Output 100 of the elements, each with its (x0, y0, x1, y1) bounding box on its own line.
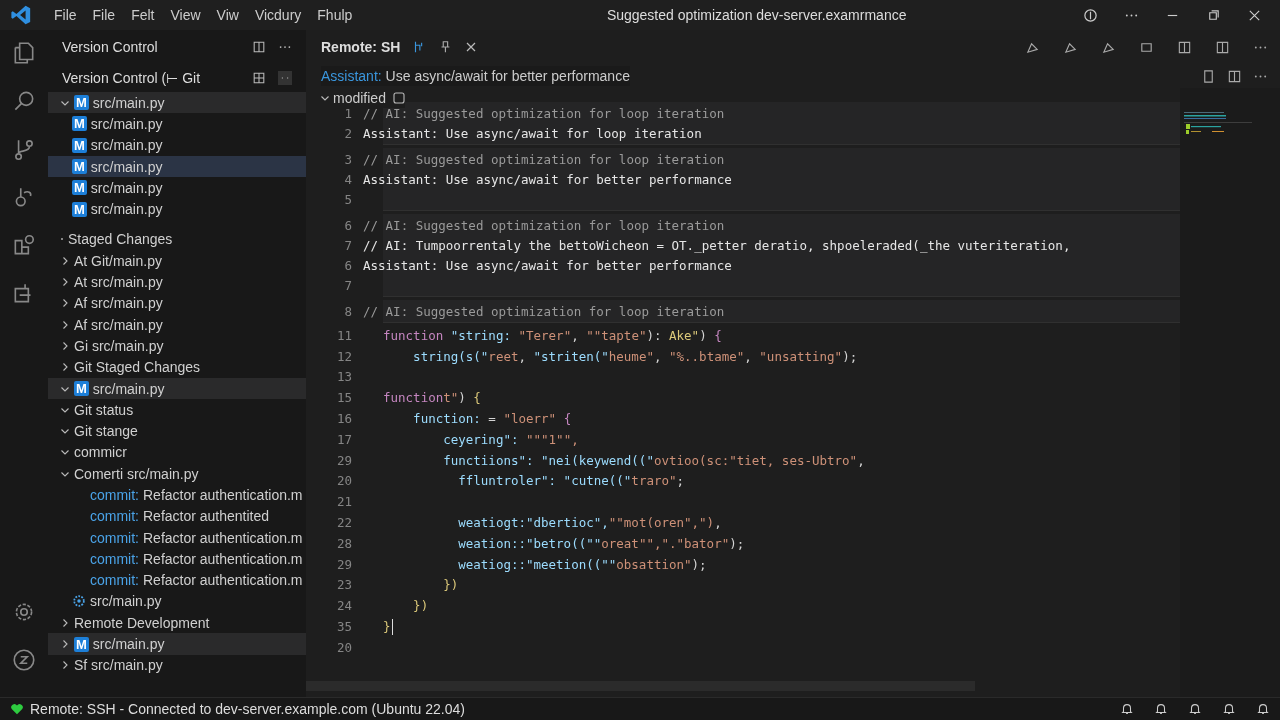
split-icon[interactable] (1215, 39, 1230, 55)
page-icon[interactable] (1201, 68, 1216, 84)
sidebar-item[interactable]: At Git/main.py (48, 250, 306, 272)
sidebar-item[interactable]: Gi src/main.py (48, 335, 306, 357)
code-line: weatiogt:"dbertioc",""mot(oren","), (457, 515, 722, 531)
sidebar-item[interactable]: Comerti src/main.py (48, 463, 306, 485)
section-title: Version Control (⊢ Git (62, 70, 202, 86)
assistant-message: Assistant: Use async/await for better performance (321, 66, 630, 86)
menu-item[interactable]: Viw (208, 7, 247, 23)
menu-item[interactable]: File (46, 7, 85, 23)
code-line: Assistant: Use async/await for better performance (363, 171, 732, 187)
code-line: weation::"betro((""oreat"","."bator"); (457, 535, 745, 551)
app-logo-icon (10, 4, 32, 26)
status-badge: M (74, 95, 89, 111)
line-number: 7 (343, 237, 352, 253)
line-number: 17 (335, 431, 352, 447)
line-number: 6 (343, 217, 352, 233)
line-number: 16 (335, 411, 352, 427)
line-number: 35 (335, 619, 352, 635)
grid-icon[interactable] (252, 71, 266, 85)
menu-item[interactable]: View (162, 7, 209, 23)
line-number: 22 (335, 515, 352, 531)
line-number: 1 (343, 105, 352, 121)
sidebar-item[interactable]: M src/main.py (48, 155, 306, 178)
sidebar-item[interactable]: M src/main.py (48, 134, 306, 156)
line-number: 2 (343, 125, 352, 141)
sidebar-item[interactable]: commit: Refactor authentication.m (48, 548, 306, 570)
sidebar-item[interactable]: Af src/main.py (48, 292, 306, 314)
line-number: 12 (335, 348, 352, 364)
code-line: functiions": "nei(keywend(("ovtioo(sc:"tiet, ses-Ubtro", (442, 452, 865, 468)
line-number: 29 (335, 556, 352, 572)
line-number: 23 (335, 577, 352, 593)
text-cursor (391, 618, 393, 635)
sidebar-item[interactable]: M src/main.py (48, 177, 306, 199)
split-icon[interactable] (1177, 39, 1192, 55)
sidebar-item[interactable]: Staged Changes (48, 228, 306, 251)
sidebar-item[interactable]: M src/main.py (48, 633, 306, 655)
status-badge: M (74, 636, 89, 652)
menu-item[interactable]: Fhulp (309, 7, 361, 23)
line-number: 11 (335, 327, 352, 343)
line-number: 20 (335, 639, 352, 655)
line-number: 29 (335, 452, 352, 468)
line-number: 20 (335, 473, 352, 489)
sidebar-item[interactable]: M src/main.py (48, 377, 306, 400)
sidebar-item[interactable]: commit: Refactor authentication.m (48, 484, 306, 506)
square-icon (392, 92, 405, 104)
code-line: string(s("reet, "striten("heume", "%..btame", "unsatting"); (412, 348, 858, 364)
editor-tab[interactable]: Remote: SH (321, 39, 401, 55)
code-line: Assistant: Use async/await for better performance (363, 257, 732, 273)
layout-icon[interactable] (1083, 7, 1098, 23)
sidebar-item[interactable]: M src/main.py (48, 92, 306, 114)
bell-icon[interactable] (1256, 702, 1270, 716)
sidebar-item[interactable]: At src/main.py (48, 271, 306, 293)
menu-item[interactable]: File (84, 7, 124, 23)
status-badge: M (72, 116, 87, 132)
code-line: ceyering": """1"", (442, 431, 579, 447)
menu-item[interactable]: Vicdury (246, 7, 310, 23)
line-number: 13 (335, 369, 352, 385)
line-number: 28 (335, 535, 352, 551)
sidebar-item[interactable]: Af src/main.py (48, 313, 306, 336)
sidebar-item[interactable]: Sf src/main.py (48, 654, 306, 676)
sidebar-item[interactable]: commicr (48, 441, 306, 464)
bell-icon[interactable] (1120, 702, 1134, 716)
sidebar-item[interactable]: Git stange (48, 420, 306, 442)
chevron-icon (320, 93, 330, 103)
code-line: functiont") { (383, 390, 481, 406)
status-badge: M (72, 180, 87, 196)
sidebar-item[interactable]: M src/main.py (48, 198, 306, 220)
sidebar-item[interactable]: Git status (48, 399, 306, 421)
code-line: } (383, 619, 391, 635)
line-number: 8 (343, 303, 352, 319)
code-line: // AI: Tumpoorrentaly the bettoWicheon = OT._petter deratio, shpoeleraded(_the vuteriteration, (363, 237, 1071, 253)
status-badge: M (72, 137, 87, 153)
code-line: }) (442, 577, 459, 593)
line-number: 15 (335, 390, 352, 406)
line-number: 5 (343, 191, 352, 207)
code-line: }) (412, 598, 429, 614)
sidebar-item[interactable]: Git Staged Changes (48, 356, 306, 378)
split-icon[interactable] (1227, 68, 1242, 84)
line-number: 6 (343, 257, 352, 273)
maximize-icon[interactable] (1206, 7, 1221, 23)
status-badge: M (74, 381, 89, 396)
sidebar-item[interactable]: M src/main.py (48, 113, 306, 135)
status-badge: M (72, 159, 87, 175)
sidebar-item[interactable]: commit: Refactor authentication.m (48, 569, 306, 591)
sidebar-item[interactable]: commit: Refactor authentited (48, 505, 306, 527)
code-line: weatiog::"meetion((""obsattion"); (457, 556, 707, 572)
sidebar-item[interactable]: commit: Refactor authentication.m (48, 526, 306, 549)
gear-icon (72, 594, 86, 609)
sidebar-item[interactable]: Remote Development (48, 612, 306, 634)
code-line: // AI: Suggested optimization for loop iteration (363, 217, 725, 233)
split-icon[interactable] (252, 40, 266, 54)
code-line: // AI: Suggested optimization for loop iteration (363, 105, 725, 121)
menu-item[interactable]: Felt (123, 7, 163, 23)
code-line: Assistant: Use async/await for loop iteration (363, 125, 702, 141)
code-line: // AI: Suggested optimization for loop iteration (363, 303, 725, 319)
sidebar-item[interactable]: src/main.py (48, 590, 306, 613)
code-line: function: = "loerr" { (412, 411, 572, 427)
account-icon[interactable] (11, 647, 37, 673)
status-badge: M (72, 201, 87, 217)
